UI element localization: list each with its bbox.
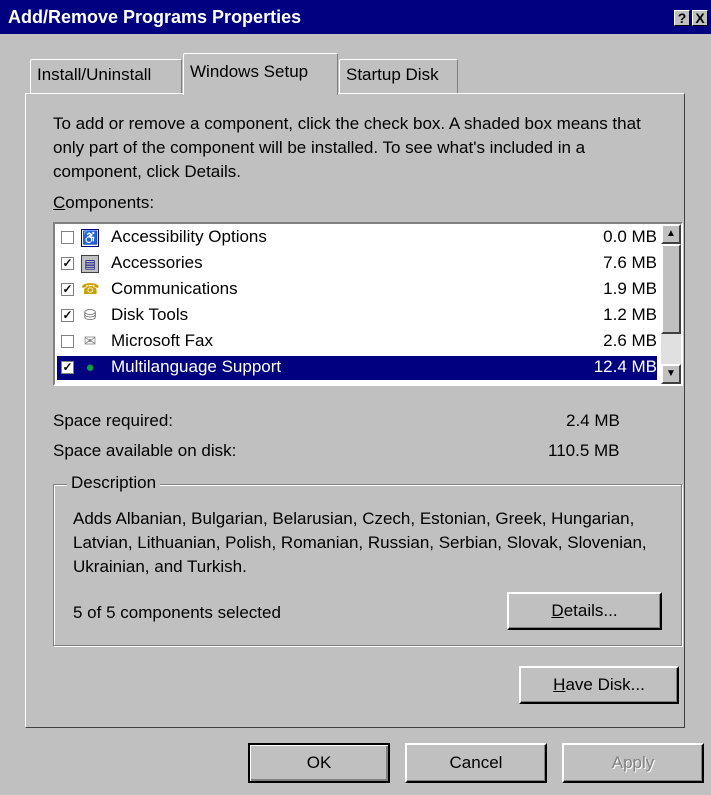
tab-startup-disk[interactable]: Startup Disk	[339, 59, 458, 93]
details-button[interactable]: Details...	[507, 592, 662, 630]
accessories-icon: ▤	[81, 255, 99, 273]
component-name: Microsoft Fax	[111, 331, 214, 350]
component-name: Accessibility Options	[111, 227, 267, 246]
checkbox[interactable]: ✓	[61, 309, 74, 322]
fax-icon: ✉	[83, 333, 97, 350]
description-text: Adds Albanian, Bulgarian, Belarusian, Cz…	[73, 509, 647, 576]
component-name: Accessories	[111, 253, 203, 272]
component-name: Disk Tools	[111, 305, 189, 324]
component-size: 0.0 MB	[603, 227, 657, 246]
scroll-thumb[interactable]	[661, 244, 681, 334]
component-name: Multilanguage Support	[111, 357, 282, 376]
scroll-down-arrow-icon[interactable]: ▼	[661, 364, 681, 384]
accessibility-icon: ♿	[81, 229, 99, 247]
description-title: Description	[67, 473, 161, 493]
component-size: 12.4 MB	[593, 357, 657, 376]
component-name: Communications	[111, 279, 238, 298]
tab-windows-setup[interactable]: Windows Setup	[183, 53, 338, 95]
component-size: 7.6 MB	[603, 253, 657, 272]
help-button[interactable]: ?	[674, 10, 690, 26]
space-required-value: 2.4 MB	[566, 411, 620, 430]
component-size: 1.9 MB	[603, 279, 657, 298]
communications-icon: ☎	[81, 281, 100, 298]
scroll-up-arrow-icon[interactable]: ▲	[661, 224, 681, 244]
list-item[interactable]: ✓ ⛁ Disk Tools 1.2 MB	[57, 304, 657, 328]
checkbox[interactable]: ✓	[61, 361, 74, 374]
checkbox[interactable]	[61, 231, 74, 244]
list-item[interactable]: ✓ ▤ Accessories 7.6 MB	[57, 252, 657, 276]
close-button[interactable]: X	[692, 10, 708, 26]
list-item[interactable]: ✉ Microsoft Fax 2.6 MB	[57, 330, 657, 354]
cancel-button[interactable]: Cancel	[405, 743, 547, 783]
space-available-value: 110.5 MB	[548, 441, 620, 460]
tab-install-uninstall[interactable]: Install/Uninstall	[30, 59, 182, 93]
window-title: Add/Remove Programs Properties	[8, 7, 302, 27]
component-size: 2.6 MB	[603, 331, 657, 350]
component-size: 1.2 MB	[603, 305, 657, 324]
have-disk-button[interactable]: Have Disk...	[519, 666, 679, 704]
list-item[interactable]: ✓ ☎ Communications 1.9 MB	[57, 278, 657, 302]
scrollbar[interactable]: ▲ ▼	[661, 224, 681, 384]
disk-tools-icon: ⛁	[83, 307, 97, 324]
space-available-label: Space available on disk:	[53, 441, 237, 460]
components-list[interactable]: ♿ Accessibility Options 0.0 MB ✓ ▤ Acces…	[53, 222, 683, 386]
title-bar: Add/Remove Programs Properties ? X	[0, 0, 711, 34]
list-item[interactable]: ♿ Accessibility Options 0.0 MB	[57, 226, 657, 250]
checkbox[interactable]	[61, 335, 74, 348]
checkbox[interactable]: ✓	[61, 283, 74, 296]
selected-count: 5 of 5 components selected	[73, 603, 281, 622]
intro-text: To add or remove a component, click the …	[53, 114, 641, 181]
apply-button[interactable]: Apply	[562, 743, 704, 783]
list-item[interactable]: ✓ ● Multilanguage Support 12.4 MB	[57, 356, 657, 380]
globe-icon: ●	[85, 359, 95, 376]
checkbox[interactable]: ✓	[61, 257, 74, 270]
space-required-label: Space required:	[53, 411, 174, 430]
ok-button[interactable]: OK	[248, 743, 390, 783]
components-label: Components:	[53, 193, 155, 212]
